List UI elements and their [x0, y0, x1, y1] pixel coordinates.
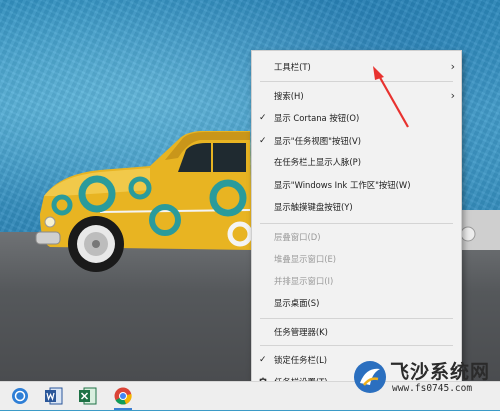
watermark-logo	[354, 361, 386, 393]
watermark: 飞沙系统网 www.fs0745.com	[350, 355, 500, 407]
excel-icon[interactable]	[77, 385, 99, 407]
watermark-title: 飞沙系统网	[390, 361, 491, 383]
annotation-arrow	[373, 66, 409, 128]
cortana-icon[interactable]	[9, 385, 31, 407]
watermark-url: www.fs0745.com	[392, 383, 473, 394]
word-icon[interactable]	[43, 385, 65, 407]
chrome-icon[interactable]	[112, 385, 134, 410]
